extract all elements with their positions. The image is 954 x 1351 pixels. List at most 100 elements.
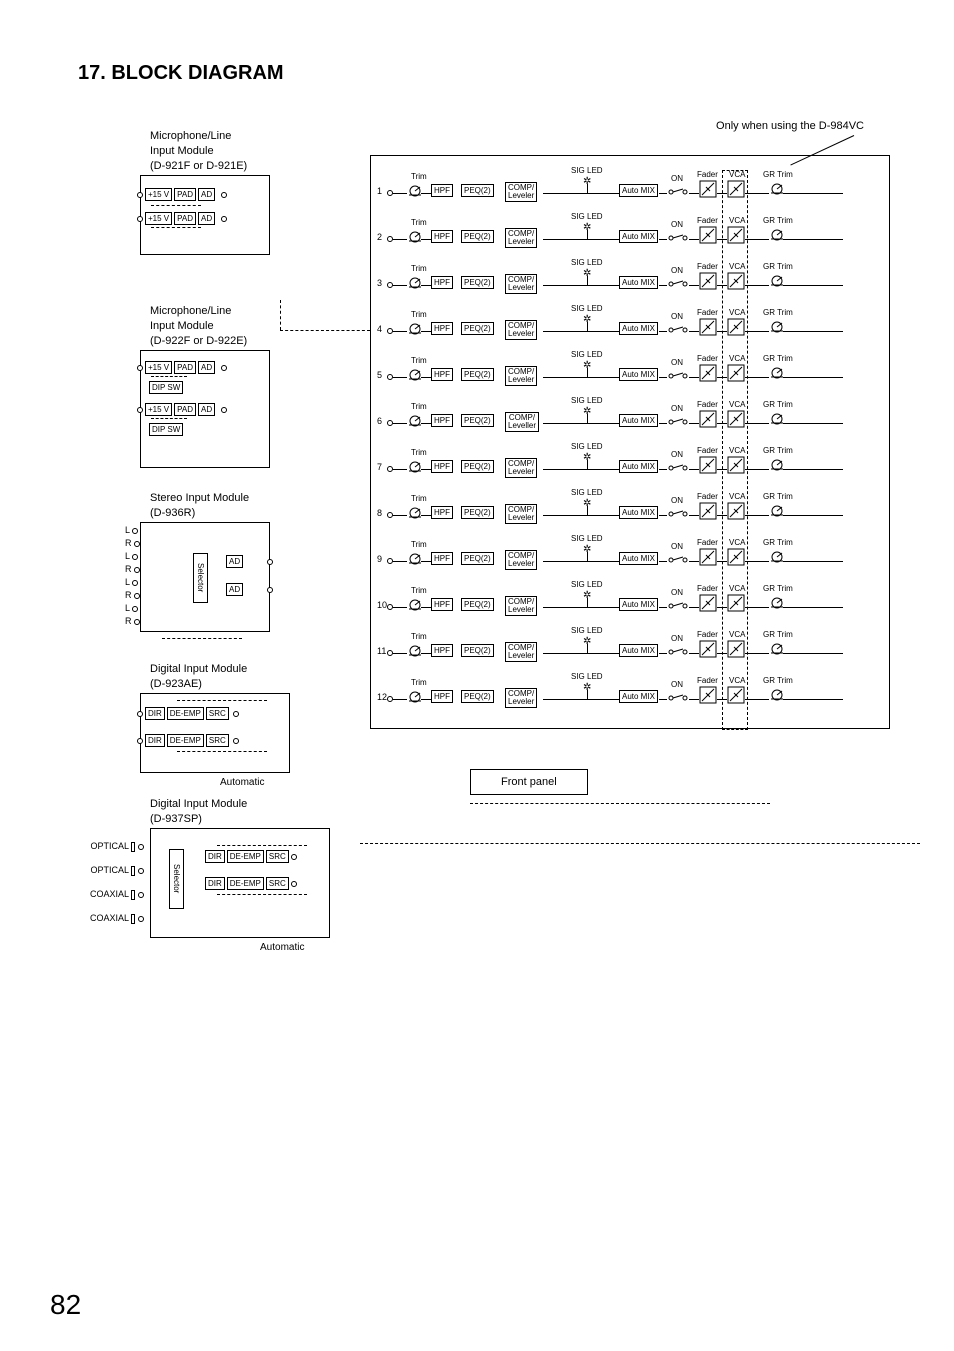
dig2-deemp: DE-EMP: [227, 850, 264, 863]
signal-line: [421, 515, 431, 516]
fader-icon: [699, 686, 717, 704]
signal-line: [393, 377, 407, 378]
peq-box: PEQ(2): [461, 690, 494, 703]
signal-line: [689, 469, 699, 470]
vca-dashed-box: [722, 170, 748, 730]
port-dot: [134, 567, 140, 573]
signal-line: [745, 239, 769, 240]
trim-label: Trim: [411, 586, 427, 595]
comp-box: COMP/Leveler: [505, 550, 537, 570]
port-dot: [138, 916, 144, 922]
stereo-R: R: [125, 538, 132, 548]
mic2-pad-2: PAD: [174, 403, 196, 416]
signal-line: [543, 469, 619, 470]
comp-box: COMP/Leveler: [505, 274, 537, 294]
trim-knob-icon: [407, 690, 423, 704]
automix-box: Auto MIX: [619, 322, 658, 335]
grtrim-label: GR Trim: [763, 354, 793, 363]
trim-knob-icon: [407, 368, 423, 382]
peq-box: PEQ(2): [461, 184, 494, 197]
peq-box: PEQ(2): [461, 644, 494, 657]
port-dot: [221, 192, 227, 198]
signal-line: [745, 607, 769, 608]
signal-line: [659, 469, 667, 470]
signal-line: [745, 423, 769, 424]
stereo-L3: L: [125, 577, 130, 587]
on-switch-icon: [667, 280, 689, 288]
trim-label: Trim: [411, 448, 427, 457]
fader-label: Fader: [697, 492, 718, 501]
fader-label: Fader: [697, 262, 718, 271]
dig2-opt1: OPTICAL: [91, 841, 129, 851]
signal-line: [745, 561, 769, 562]
hpf-box: HPF: [431, 552, 453, 565]
signal-line: [393, 193, 407, 194]
on-switch-icon: [667, 602, 689, 610]
signal-line: [659, 699, 667, 700]
signal-line: [689, 607, 699, 608]
signal-line: [543, 331, 619, 332]
fader-icon: [699, 456, 717, 474]
channel-number: 1: [377, 186, 382, 196]
trim-knob-icon: [407, 322, 423, 336]
page-number: 82: [50, 1289, 81, 1321]
signal-line: [745, 285, 769, 286]
signal-line: [393, 699, 407, 700]
port-dot: [138, 868, 144, 874]
signal-line: [393, 607, 407, 608]
channel-row: 5 Trim HPF PEQ(2) COMP/Leveler SIG LED ✲…: [371, 350, 879, 396]
signal-line: [783, 193, 843, 194]
channel-number: 4: [377, 324, 382, 334]
comp-box: COMP/Leveler: [505, 642, 537, 662]
stereo-L2: L: [125, 551, 130, 561]
dig2-dir: DIR: [205, 850, 225, 863]
automix-box: Auto MIX: [619, 276, 658, 289]
sigled-label: SIG LED: [571, 258, 603, 267]
page-title: 17. BLOCK DIAGRAM: [78, 62, 284, 85]
trim-label: Trim: [411, 678, 427, 687]
mic2-dip: DIP SW: [149, 381, 183, 394]
on-label: ON: [671, 496, 683, 505]
signal-line: [421, 377, 431, 378]
fader-label: Fader: [697, 630, 718, 639]
mic2-15v: +15 V: [145, 361, 172, 374]
hpf-box: HPF: [431, 690, 453, 703]
signal-line: [689, 377, 699, 378]
fader-label: Fader: [697, 446, 718, 455]
on-label: ON: [671, 174, 683, 183]
signal-line: [421, 561, 431, 562]
dig1-deemp-2: DE-EMP: [167, 734, 204, 747]
dig2-label1: Digital Input Module: [150, 798, 350, 810]
dig2-src: SRC: [266, 850, 289, 863]
on-switch-icon: [667, 418, 689, 426]
d984-note: Only when using the D-984VC: [716, 120, 864, 132]
stereo-box: Selector AD AD: [140, 522, 270, 632]
mic1-label1: Microphone/Line: [150, 130, 350, 142]
on-label: ON: [671, 266, 683, 275]
on-switch-icon: [667, 648, 689, 656]
signal-line: [421, 699, 431, 700]
signal-line: [659, 653, 667, 654]
on-switch-icon: [667, 556, 689, 564]
automix-box: Auto MIX: [619, 598, 658, 611]
signal-line: [421, 285, 431, 286]
front-panel-box: Front panel: [470, 769, 588, 795]
signal-line: [783, 561, 843, 562]
port-dot: [137, 738, 143, 744]
trim-label: Trim: [411, 172, 427, 181]
channel-number: 12: [377, 692, 387, 702]
left-modules-column: Microphone/Line Input Module (D-921F or …: [90, 130, 350, 953]
channel-row: 1 Trim HPF PEQ(2) COMP/Leveler SIG LED ✲…: [371, 166, 879, 212]
signal-line: [783, 607, 843, 608]
signal-line: [393, 331, 407, 332]
signal-line: [393, 653, 407, 654]
signal-line: [689, 193, 699, 194]
fader-icon: [699, 594, 717, 612]
signal-line: [543, 653, 619, 654]
sigled-label: SIG LED: [571, 626, 603, 635]
fader-label: Fader: [697, 538, 718, 547]
on-label: ON: [671, 358, 683, 367]
mic1-pad: PAD: [174, 188, 196, 201]
port-dot: [132, 606, 138, 612]
port-dot: [132, 580, 138, 586]
